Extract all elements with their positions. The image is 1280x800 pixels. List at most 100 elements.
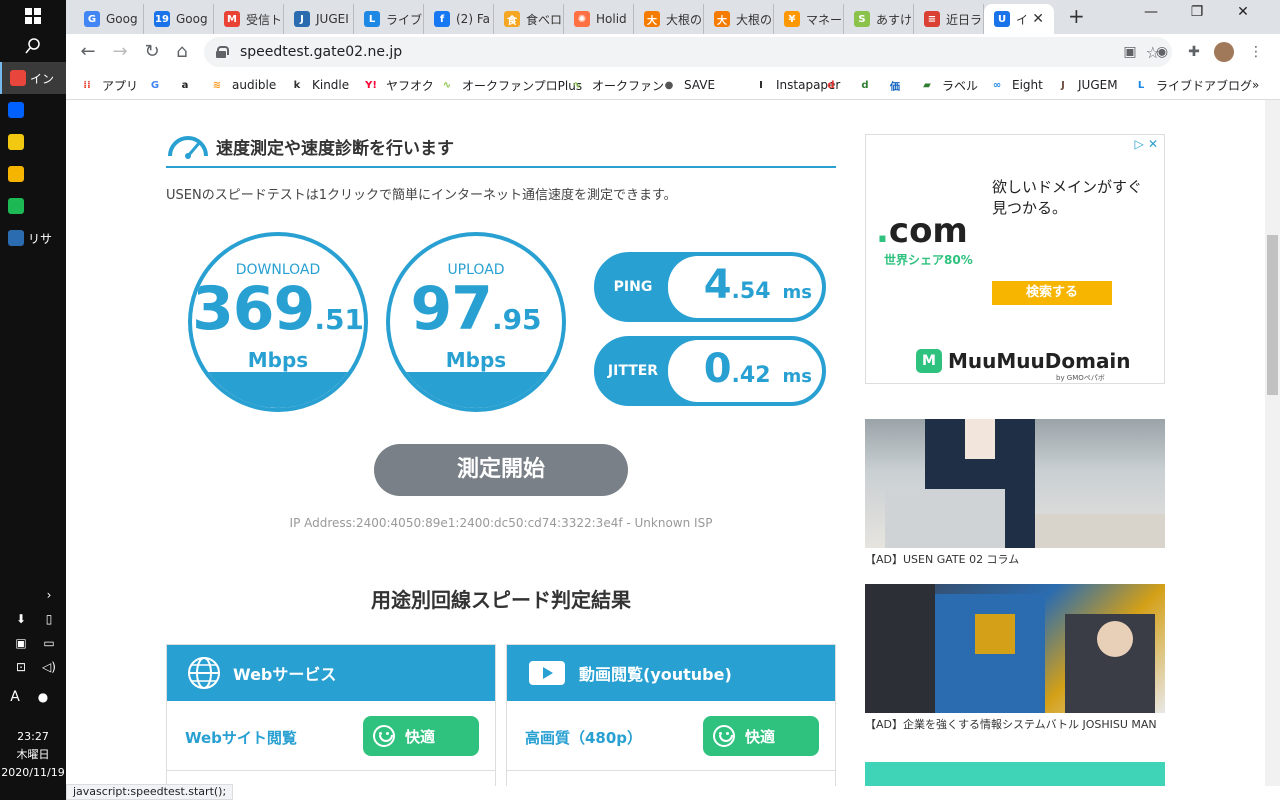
tab-strip: G Goog 19 Goog M 受信ト J JUGEI L ライブ f (2) Fa 食食べロ ✺ Hol… <box>66 0 1280 34</box>
bookmark-item[interactable]: ● SAVE <box>662 76 715 94</box>
restore-icon[interactable]: ❐ <box>1174 4 1220 20</box>
reload-icon[interactable]: ↻ <box>140 40 164 64</box>
bookmark-label: SAVE <box>684 78 716 92</box>
taskbar-app[interactable]: リサ <box>0 222 66 254</box>
lock-icon[interactable] <box>216 46 229 58</box>
tab-label: ライブ <box>386 12 423 27</box>
ad-search-button[interactable]: 検索する <box>992 281 1112 305</box>
line-extension-icon[interactable]: ▣ <box>1120 42 1140 62</box>
bookmark-item[interactable]: Y! ヤフオク <box>364 76 434 94</box>
browser-tab[interactable]: 食食べロ <box>494 4 564 34</box>
notification-badge-icon[interactable]: ▣ <box>14 636 28 650</box>
bookmark-item[interactable]: ∞ Eight <box>990 76 1043 94</box>
ad-message: 欲しいドメインがすぐ 見つかる。 <box>992 178 1143 217</box>
ad-photo-joshisu[interactable] <box>865 584 1165 713</box>
browser-tab[interactable]: L ライブ <box>354 4 424 34</box>
tab-label: 食べロ <box>526 12 563 27</box>
close-tab-icon[interactable]: ✕ <box>1032 11 1044 27</box>
aucfan-icon: ∿ <box>442 79 452 91</box>
domain-ad[interactable]: ▷ ✕ .com 世界シェア80% 欲しいドメインがすぐ 見つかる。 検索する … <box>865 134 1165 384</box>
page-scrollbar[interactable] <box>1265 100 1280 786</box>
livedoor-icon: L <box>1137 79 1145 91</box>
clock-time[interactable]: 23:27 <box>0 730 66 744</box>
bookmark-item[interactable]: G <box>148 76 170 94</box>
download-unit: Mbps <box>247 348 309 372</box>
windows-start-icon[interactable] <box>0 0 66 32</box>
facebook-icon: f <box>434 11 450 27</box>
card-title: 動画閲覧(youtube) <box>579 665 732 684</box>
edge-icon[interactable]: ● <box>36 690 50 704</box>
close-window-icon[interactable]: ✕ <box>1220 4 1266 20</box>
bookmark-label: ライブドアブログ <box>1156 78 1253 93</box>
avatar[interactable] <box>1214 42 1234 62</box>
row-label: 高画質（480p） <box>525 729 643 747</box>
puzzle-icon[interactable]: ✚ <box>1184 42 1204 62</box>
browser-tab[interactable]: U イ ✕ <box>984 4 1054 34</box>
row-label: Webサイト閲覧 <box>185 729 297 747</box>
usb-icon[interactable]: ▯ <box>42 612 56 626</box>
download-tray-icon[interactable]: ⬇ <box>14 612 28 626</box>
volume-icon[interactable]: ◁) <box>42 660 56 674</box>
chevron-up-icon[interactable]: › <box>42 588 56 602</box>
address-bar[interactable]: speedtest.gate02.ne.jp ☆ <box>204 37 1172 67</box>
todoist-icon: ≡ <box>924 11 940 27</box>
browser-tab[interactable]: J JUGEI <box>284 4 354 34</box>
scroll-thumb[interactable] <box>1267 235 1278 395</box>
app-icon <box>8 102 24 118</box>
clock-date[interactable]: 2020/11/19 <box>0 766 66 780</box>
browser-tab[interactable]: 19 Goog <box>144 4 214 34</box>
ad-banner-teal[interactable] <box>865 762 1165 786</box>
smile-icon <box>373 725 395 747</box>
bookmark-item[interactable]: J JUGEM <box>1056 76 1117 94</box>
bookmark-item[interactable]: ⁞⁞ アプリ <box>80 76 138 94</box>
bookmark-item[interactable]: ▰ ラベル <box>920 76 978 94</box>
taskbar-app[interactable] <box>0 158 66 190</box>
clock-weekday[interactable]: 木曜日 <box>0 748 66 762</box>
browser-tab[interactable]: S あすけ <box>844 4 914 34</box>
ad-caption-1[interactable]: 【AD】USEN GATE 02 コラム <box>865 551 1019 567</box>
new-tab-icon[interactable]: + <box>1068 4 1085 28</box>
browser-tab[interactable]: G Goog <box>74 4 144 34</box>
browser-tab[interactable]: f (2) Fa <box>424 4 494 34</box>
taskbar-app[interactable] <box>0 190 66 222</box>
battery-icon[interactable]: ▭ <box>42 636 56 650</box>
browser-tab[interactable]: ✺ Holid <box>564 4 634 34</box>
extension-icon[interactable]: ◉ <box>1152 42 1172 62</box>
result-card-web: Webサービス Webサイト閲覧 快適 <box>166 644 496 786</box>
menu-icon[interactable]: ⋮ <box>1246 42 1266 62</box>
bookmark-item[interactable]: L ライブドアブログ <box>1134 76 1252 94</box>
search-icon[interactable] <box>0 30 66 62</box>
start-test-button[interactable]: 測定開始 <box>374 444 628 496</box>
browser-tab[interactable]: M 受信ト <box>214 4 284 34</box>
home-icon[interactable]: ⌂ <box>170 40 194 64</box>
taskbar-app[interactable] <box>0 126 66 158</box>
bookmark-item[interactable]: 価 <box>888 76 910 94</box>
network-icon[interactable]: ⊡ <box>14 660 28 674</box>
bookmark-item[interactable]: ≋ audible <box>210 76 276 94</box>
browser-tab[interactable]: 大大根の <box>704 4 774 34</box>
ime-indicator[interactable]: A <box>8 690 22 704</box>
bookmark-item[interactable]: ∿ オークファンプロPlus <box>440 76 582 94</box>
back-icon[interactable]: ← <box>76 40 100 64</box>
bookmark-item[interactable]: d <box>824 76 846 94</box>
bookmark-item[interactable]: k Kindle <box>290 76 349 94</box>
url-text[interactable]: speedtest.gate02.ne.jp <box>240 44 402 60</box>
bookmarks-overflow-icon[interactable]: » <box>1252 76 1259 94</box>
taskbar-app[interactable]: イン <box>0 62 66 94</box>
taskbar-app[interactable] <box>0 94 66 126</box>
minimize-icon[interactable]: — <box>1128 4 1174 20</box>
browser-tab[interactable]: 大大根の <box>634 4 704 34</box>
bookmark-item[interactable]: d <box>858 76 880 94</box>
browser-tab[interactable]: ¥ マネー <box>774 4 844 34</box>
tab-label: マネー <box>806 12 843 27</box>
forward-icon[interactable]: → <box>108 40 132 64</box>
browser-tab[interactable]: ≡ 近日ラ <box>914 4 984 34</box>
bookmark-item[interactable]: ∿ オークファン <box>570 76 664 94</box>
ad-caption-2[interactable]: 【AD】企業を強くする情報システムバトル JOSHISU MAN <box>865 716 1157 732</box>
verdict-badge: 快適 <box>363 716 479 756</box>
page-content: 速度測定や速度診断を行います USENのスピードテストは1クリックで簡単にインタ… <box>66 100 1265 786</box>
save-icon: ● <box>664 79 674 91</box>
adchoices-icon[interactable]: ▷ ✕ <box>1135 137 1158 151</box>
ad-photo-laptop[interactable] <box>865 419 1165 548</box>
bookmark-item[interactable]: a <box>178 76 200 94</box>
